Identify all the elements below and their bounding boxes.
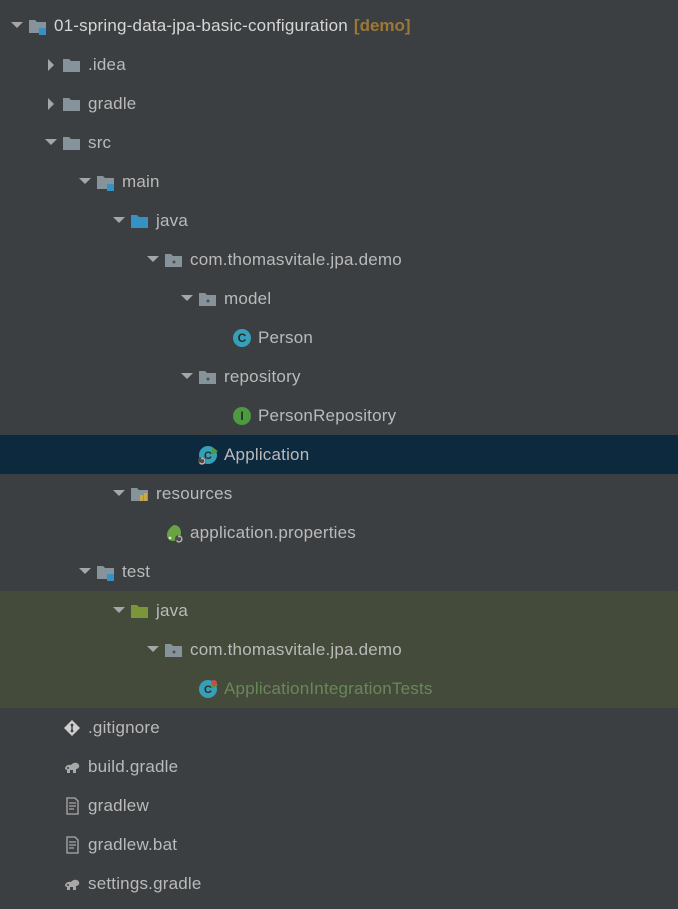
package-icon	[164, 640, 184, 660]
tree-item[interactable]: repository	[0, 357, 678, 396]
tree-item[interactable]: com.thomasvitale.jpa.demo	[0, 240, 678, 279]
folder-icon	[62, 55, 82, 75]
chevron-down-icon[interactable]	[180, 292, 194, 306]
tree-item[interactable]: java	[0, 591, 678, 630]
tree-item-label: resources	[156, 484, 232, 504]
test-source-folder-icon	[130, 601, 150, 621]
tree-item[interactable]: ApplicationIntegrationTests	[0, 669, 678, 708]
tree-item-label: Person	[258, 328, 313, 348]
tree-item[interactable]: model	[0, 279, 678, 318]
text-file-icon	[62, 796, 82, 816]
tree-item[interactable]: Person	[0, 318, 678, 357]
chevron-down-icon[interactable]	[180, 370, 194, 384]
module-folder-icon	[96, 172, 116, 192]
tree-item-label: com.thomasvitale.jpa.demo	[190, 640, 402, 660]
tree-item-label: PersonRepository	[258, 406, 396, 426]
folder-icon	[62, 133, 82, 153]
tree-item[interactable]: test	[0, 552, 678, 591]
tree-item-root[interactable]: 01-spring-data-jpa-basic-configuration […	[0, 6, 678, 45]
chevron-right-icon[interactable]	[44, 58, 58, 72]
chevron-down-icon[interactable]	[78, 175, 92, 189]
tree-item-label: gradle	[88, 94, 136, 114]
tree-item[interactable]: build.gradle	[0, 747, 678, 786]
gradle-icon	[62, 874, 82, 894]
tree-item-label: .gitignore	[88, 718, 160, 738]
tree-item-label: main	[122, 172, 160, 192]
chevron-down-icon[interactable]	[112, 487, 126, 501]
tree-item-label: gradlew.bat	[88, 835, 177, 855]
tree-item[interactable]: settings.gradle	[0, 864, 678, 903]
tree-item-label: .idea	[88, 55, 126, 75]
tree-item[interactable]: application.properties	[0, 513, 678, 552]
class-icon	[232, 328, 252, 348]
tree-item[interactable]: gradlew.bat	[0, 825, 678, 864]
package-icon	[198, 289, 218, 309]
tree-item-label: java	[156, 211, 188, 231]
tree-item[interactable]: main	[0, 162, 678, 201]
text-file-icon	[62, 835, 82, 855]
folder-icon	[62, 94, 82, 114]
resources-folder-icon	[130, 484, 150, 504]
tree-item-label: test	[122, 562, 150, 582]
chevron-down-icon[interactable]	[112, 604, 126, 618]
tree-item-label: java	[156, 601, 188, 621]
project-tree[interactable]: 01-spring-data-jpa-basic-configuration […	[0, 0, 678, 909]
tree-item-label: build.gradle	[88, 757, 178, 777]
tree-item-label: model	[224, 289, 271, 309]
tree-item[interactable]: com.thomasvitale.jpa.demo	[0, 630, 678, 669]
chevron-down-icon[interactable]	[44, 136, 58, 150]
interface-icon	[232, 406, 252, 426]
package-icon	[164, 250, 184, 270]
tree-item-label: Application	[224, 445, 309, 465]
tree-item[interactable]: resources	[0, 474, 678, 513]
tree-item[interactable]: PersonRepository	[0, 396, 678, 435]
module-folder-icon	[28, 16, 48, 36]
tree-item-label: settings.gradle	[88, 874, 202, 894]
source-folder-icon	[130, 211, 150, 231]
tree-item[interactable]: .gitignore	[0, 708, 678, 747]
tree-item[interactable]: java	[0, 201, 678, 240]
chevron-down-icon[interactable]	[146, 643, 160, 657]
tree-item-label: application.properties	[190, 523, 356, 543]
tree-item-label: gradlew	[88, 796, 149, 816]
gradle-icon	[62, 757, 82, 777]
chevron-down-icon[interactable]	[112, 214, 126, 228]
test-class-icon	[198, 679, 218, 699]
tree-item[interactable]: gradle	[0, 84, 678, 123]
spring-config-icon	[164, 523, 184, 543]
chevron-down-icon[interactable]	[146, 253, 160, 267]
tree-item-label: src	[88, 133, 111, 153]
tree-item[interactable]: gradlew	[0, 786, 678, 825]
chevron-right-icon[interactable]	[44, 97, 58, 111]
module-folder-icon	[96, 562, 116, 582]
tree-item-label: com.thomasvitale.jpa.demo	[190, 250, 402, 270]
tree-item-label: ApplicationIntegrationTests	[224, 679, 433, 699]
tree-item-selected[interactable]: Application	[0, 435, 678, 474]
runnable-class-icon	[198, 445, 218, 465]
tree-item[interactable]: .idea	[0, 45, 678, 84]
chevron-down-icon[interactable]	[10, 19, 24, 33]
package-icon	[198, 367, 218, 387]
tree-item-label: repository	[224, 367, 301, 387]
tree-item[interactable]: src	[0, 123, 678, 162]
tree-item-context: [demo]	[354, 16, 411, 36]
tree-item-label: 01-spring-data-jpa-basic-configuration	[54, 16, 348, 36]
chevron-down-icon[interactable]	[78, 565, 92, 579]
gitignore-icon	[62, 718, 82, 738]
